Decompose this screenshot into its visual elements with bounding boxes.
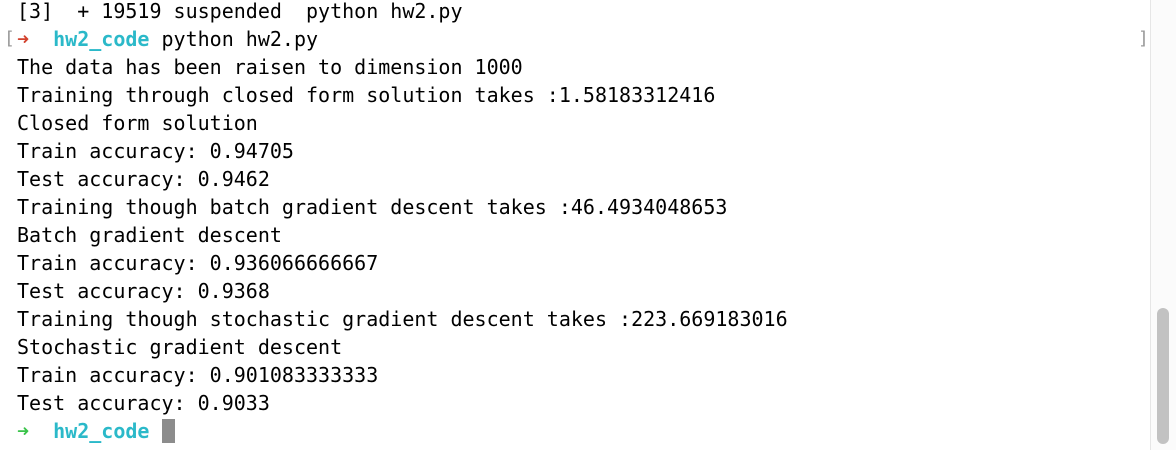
prompt-command: python hw2.py — [161, 27, 319, 51]
output-line: Stochastic gradient descent — [17, 335, 343, 359]
output-line: Training through closed form solution ta… — [17, 83, 716, 107]
output-line: Test accuracy: 0.9033 — [17, 391, 270, 415]
output-line: Train accuracy: 0.936066666667 — [17, 251, 379, 275]
terminal-window[interactable]: [3] + 19519 suspended python hw2.py ➜ hw… — [0, 0, 1176, 450]
output-line: Test accuracy: 0.9462 — [17, 167, 270, 191]
output-line: Training though stochastic gradient desc… — [17, 307, 788, 331]
output-line: Batch gradient descent — [17, 223, 282, 247]
output-line: Train accuracy: 0.94705 — [17, 139, 294, 163]
output-line: The data has been raisen to dimension 10… — [17, 55, 523, 79]
output-line: Closed form solution — [17, 111, 258, 135]
prompt-line-current[interactable]: ➜ hw2_code — [17, 417, 1137, 445]
scrollbar-thumb[interactable] — [1157, 308, 1169, 444]
prompt-line: ➜ hw2_code python hw2.py — [17, 25, 1137, 53]
terminal-output: [3] + 19519 suspended python hw2.py ➜ hw… — [17, 0, 1137, 445]
output-line: Train accuracy: 0.901083333333 — [17, 363, 379, 387]
prompt-directory: hw2_code — [53, 27, 150, 51]
output-line: Training though batch gradient descent t… — [17, 195, 728, 219]
output-line: Test accuracy: 0.9368 — [17, 279, 270, 303]
prompt-arrow-icon: ➜ — [17, 27, 30, 51]
mark-bracket-right: ] — [1138, 28, 1149, 49]
prompt-directory: hw2_code — [53, 419, 150, 443]
mark-bracket-left: [ — [4, 28, 15, 49]
job-status-line: [3] + 19519 suspended python hw2.py — [17, 0, 463, 23]
prompt-arrow-icon: ➜ — [17, 419, 30, 443]
text-cursor[interactable] — [161, 419, 175, 443]
